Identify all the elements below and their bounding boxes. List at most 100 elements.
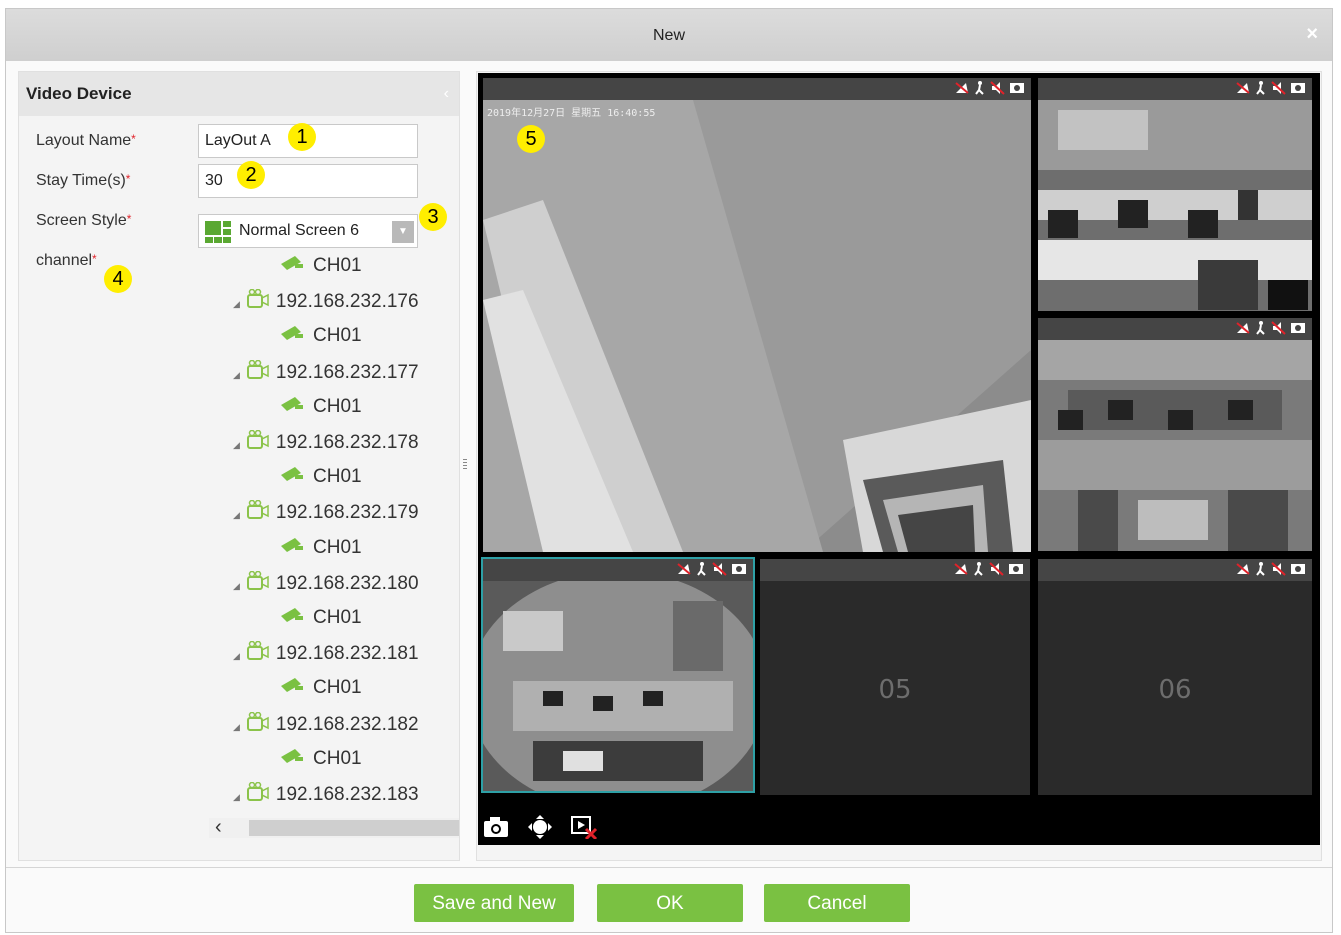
tile-status-icons xyxy=(954,81,1025,95)
tree-node-label: CH01 xyxy=(313,395,362,417)
camera-channel-icon xyxy=(281,748,303,763)
dialog-titlebar: New × xyxy=(6,9,1332,61)
video-device-icon xyxy=(246,288,269,309)
video-tile-6[interactable]: 06 xyxy=(1038,559,1312,795)
tree-device-node[interactable]: ◢ 192.168.232.177 xyxy=(233,359,419,384)
stay-time-label: Stay Time(s)* xyxy=(36,172,131,189)
ptz-control-icon[interactable] xyxy=(526,815,554,839)
tree-horizontal-scrollbar[interactable]: ‹ xyxy=(209,816,459,839)
scroll-left-icon[interactable]: ‹ xyxy=(215,816,222,839)
camera-channel-icon xyxy=(281,326,303,341)
tree-node-label: 192.168.232.178 xyxy=(275,432,419,453)
video-tile-2[interactable] xyxy=(1038,78,1312,311)
expand-triangle-icon[interactable]: ◢ xyxy=(233,651,240,661)
record-icon xyxy=(1291,83,1305,93)
motion-detect-icon xyxy=(1256,81,1265,95)
tree-channel-node[interactable]: CH01 xyxy=(279,536,362,559)
screen-style-label: Screen Style* xyxy=(36,212,132,229)
audio-icon xyxy=(989,562,1004,576)
tile-number: 05 xyxy=(878,675,912,705)
tree-channel-node[interactable]: CH01 xyxy=(279,254,362,277)
camera-channel-icon xyxy=(281,678,303,693)
dialog-title: New xyxy=(652,27,685,44)
screen-style-select[interactable]: Normal Screen 6 ▼ xyxy=(198,214,418,248)
camera-channel-icon xyxy=(281,608,303,622)
tile-status-icons xyxy=(1235,321,1306,335)
tree-node-label: CH01 xyxy=(313,747,362,769)
video-tile-1[interactable]: 2019年12月27日 星期五 16:40:55 xyxy=(483,78,1031,552)
panel-splitter-handle[interactable] xyxy=(462,449,468,479)
close-icon[interactable]: × xyxy=(1306,23,1318,46)
tree-channel-node[interactable]: CH01 xyxy=(279,324,362,347)
motion-detect-icon xyxy=(697,562,706,576)
tree-channel-node[interactable]: CH01 xyxy=(279,606,362,629)
record-icon xyxy=(732,564,746,574)
video-preview-panel: 2019年12月27日 星期五 16:40:55 05 06 xyxy=(476,71,1322,861)
layout-name-label: Layout Name* xyxy=(36,132,136,149)
expand-triangle-icon[interactable]: ◢ xyxy=(233,370,240,380)
audio-icon xyxy=(1271,81,1286,95)
annotation-badge-1: 1 xyxy=(288,123,316,151)
snapshot-camera-icon[interactable] xyxy=(482,815,510,839)
expand-triangle-icon[interactable]: ◢ xyxy=(233,510,240,520)
alarm-output-icon xyxy=(1236,322,1250,334)
collapse-panel-icon[interactable]: ‹ xyxy=(444,85,449,103)
annotation-badge-3: 3 xyxy=(419,203,447,231)
record-icon xyxy=(1291,564,1305,574)
tree-channel-node[interactable]: CH01 xyxy=(279,676,362,699)
expand-triangle-icon[interactable]: ◢ xyxy=(233,722,240,732)
tree-device-node[interactable]: ◢ 192.168.232.183 xyxy=(233,781,419,806)
stop-preview-icon[interactable] xyxy=(570,815,598,839)
tree-channel-node[interactable]: CH01 xyxy=(279,747,362,770)
camera-feed-image xyxy=(483,581,753,791)
video-tile-5[interactable]: 05 xyxy=(760,559,1030,795)
camera-feed-image xyxy=(483,100,1031,552)
video-tile-3[interactable] xyxy=(1038,318,1312,551)
tree-node-label: CH01 xyxy=(313,325,362,347)
annotation-badge-5: 5 xyxy=(517,125,545,153)
tree-device-node[interactable]: ◢ 192.168.232.178 xyxy=(233,429,419,454)
video-tile-4[interactable] xyxy=(481,557,755,793)
video-device-icon xyxy=(246,711,269,731)
tree-device-node[interactable]: ◢ 192.168.232.182 xyxy=(233,711,419,736)
save-and-new-button[interactable]: Save and New xyxy=(414,884,574,922)
stay-time-input[interactable] xyxy=(198,164,418,198)
video-timestamp: 2019年12月27日 星期五 16:40:55 xyxy=(487,108,656,119)
tree-device-node[interactable]: ◢ 192.168.232.176 xyxy=(233,288,419,313)
video-device-icon xyxy=(246,570,269,590)
video-grid: 2019年12月27日 星期五 16:40:55 05 06 xyxy=(478,73,1320,845)
cancel-button[interactable]: Cancel xyxy=(764,884,910,922)
expand-triangle-icon[interactable]: ◢ xyxy=(233,299,240,309)
record-icon xyxy=(1010,83,1024,93)
expand-triangle-icon[interactable]: ◢ xyxy=(233,792,240,802)
camera-channel-icon xyxy=(281,467,303,482)
ok-button[interactable]: OK xyxy=(597,884,743,922)
expand-triangle-icon[interactable]: ◢ xyxy=(233,581,240,591)
tree-node-label: CH01 xyxy=(313,466,362,488)
channel-tree[interactable]: CH01 ◢ 192.168.232.176 CH01 ◢ 192.168.232.177… xyxy=(199,252,459,812)
motion-detect-icon xyxy=(1256,562,1265,576)
tile-status-icons xyxy=(1235,562,1306,576)
scrollbar-thumb[interactable] xyxy=(249,820,459,836)
tree-device-node[interactable]: ◢ 192.168.232.180 xyxy=(233,570,419,595)
video-device-icon xyxy=(246,500,269,520)
tree-node-label: 192.168.232.182 xyxy=(275,713,419,735)
tree-device-node[interactable]: ◢ 192.168.232.181 xyxy=(233,640,419,665)
screen-style-value: Normal Screen 6 xyxy=(239,222,360,239)
expand-triangle-icon[interactable]: ◢ xyxy=(233,440,240,450)
video-device-panel: Video Device ‹ Layout Name* Stay Time(s)… xyxy=(18,71,460,861)
tree-device-node[interactable]: ◢ 192.168.232.179 xyxy=(233,500,419,524)
motion-detect-icon xyxy=(975,81,984,95)
video-device-icon xyxy=(246,781,269,801)
annotation-badge-4: 4 xyxy=(104,265,132,293)
video-device-icon xyxy=(246,359,269,379)
dropdown-arrow-icon[interactable]: ▼ xyxy=(392,221,414,243)
tree-channel-node[interactable]: CH01 xyxy=(279,395,362,418)
motion-detect-icon xyxy=(1256,321,1265,335)
tree-channel-node[interactable]: CH01 xyxy=(279,465,362,488)
alarm-output-icon xyxy=(1236,82,1250,94)
tile-status-icons xyxy=(953,562,1024,576)
motion-detect-icon xyxy=(974,562,983,576)
alarm-output-icon xyxy=(677,563,691,575)
tree-node-label: 192.168.232.180 xyxy=(275,572,419,594)
